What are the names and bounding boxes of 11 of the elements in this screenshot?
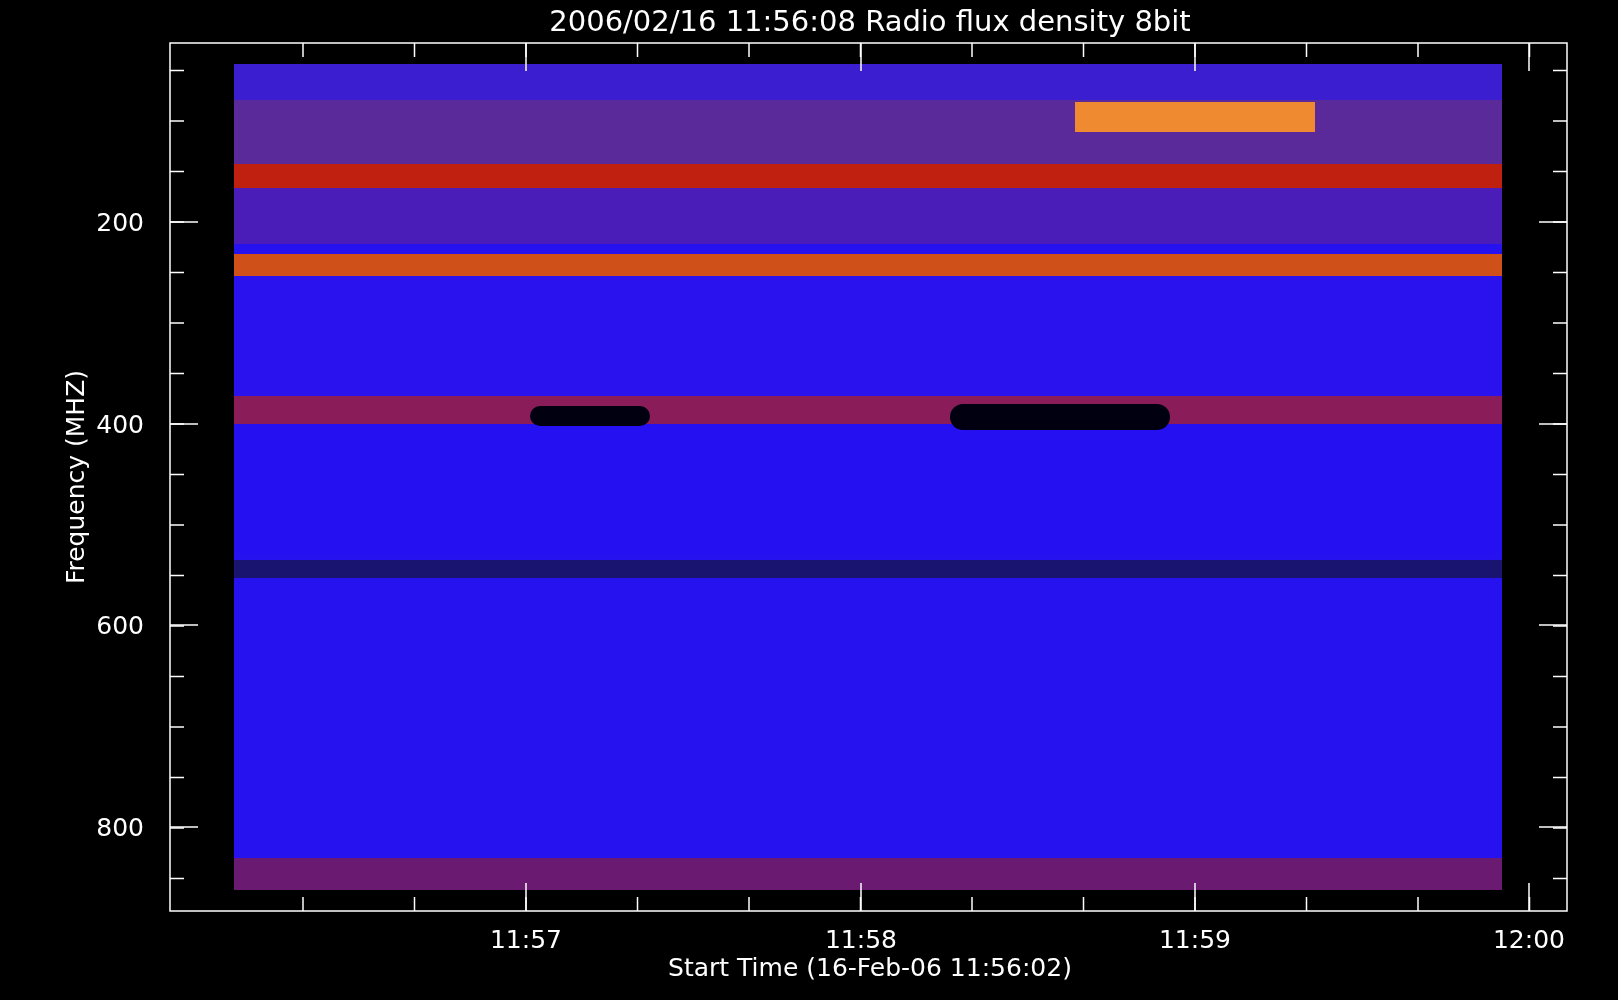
- x-axis-label: Start Time (16-Feb-06 11:56:02): [668, 953, 1072, 982]
- tick-label: 11:58: [825, 925, 897, 954]
- tick-label: 400: [96, 410, 144, 439]
- tick-label: 11:59: [1159, 925, 1231, 954]
- tick-label: 11:57: [490, 925, 562, 954]
- tick-label: 800: [96, 813, 144, 842]
- y-axis-label: Frequency (MHZ): [61, 369, 90, 585]
- tick-label: 12:00: [1493, 925, 1565, 954]
- tick-label: 200: [96, 208, 144, 237]
- plot-title: 2006/02/16 11:56:08 Radio flux density 8bit: [549, 4, 1191, 38]
- tick-label: 600: [96, 611, 144, 640]
